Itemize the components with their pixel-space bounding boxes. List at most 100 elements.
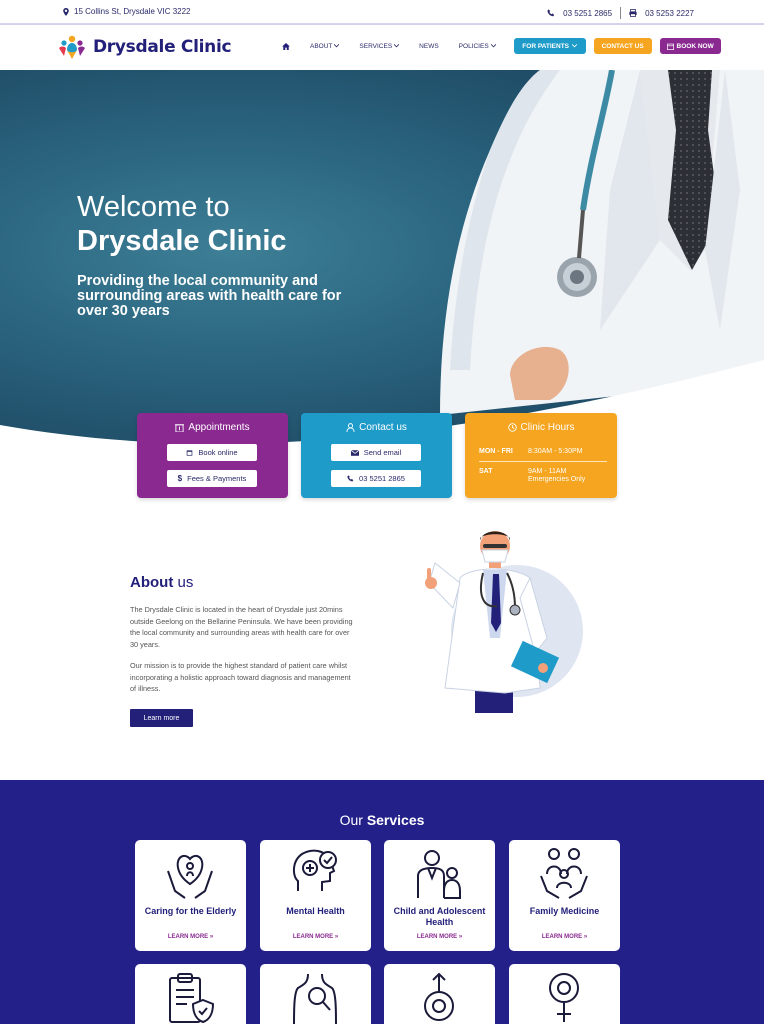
fees-payments-button[interactable]: $ Fees & Payments [167, 470, 257, 487]
hours-row: SAT 9AM - 11AM Emergencies Only [479, 468, 607, 484]
user-icon [346, 423, 355, 432]
learn-more-link[interactable]: LEARN MORE » [509, 934, 620, 940]
hours-title: Clinic Hours [465, 422, 617, 433]
appointments-title: Appointments [137, 422, 288, 433]
service-label: Child and Adolescent Health [393, 906, 486, 927]
contact-title: Contact us [301, 422, 452, 433]
top-bar: 15 Collins St, Drysdale VIC 3222 03 5251… [0, 0, 764, 25]
about-heading: About us [130, 574, 193, 591]
elderly-care-icon [167, 854, 213, 899]
appointments-title-text: Appointments [188, 422, 250, 433]
book-online-label: Book online [198, 448, 238, 457]
service-card-child-health[interactable]: Child and Adolescent Health LEARN MORE » [384, 840, 495, 951]
call-label: 03 5251 2865 [359, 474, 405, 483]
about-title-a: About [130, 574, 174, 591]
home-icon [282, 42, 290, 50]
services-title-a: Our [339, 812, 363, 828]
service-card-mental-health[interactable]: Mental Health LEARN MORE » [260, 840, 371, 951]
service-label: Caring for the Elderly [144, 906, 237, 916]
chevron-down-icon [394, 44, 400, 48]
contact-us-label: Contact Us [601, 42, 644, 50]
clipboard-shield-icon [169, 973, 215, 1024]
send-email-label: Send email [363, 448, 402, 457]
envelope-icon [350, 449, 359, 456]
service-card-family-medicine[interactable]: Family Medicine LEARN MORE » [509, 840, 620, 951]
site-logo[interactable]: Drysdale Clinic [57, 34, 232, 60]
fees-payments-label: Fees & Payments [187, 474, 247, 483]
about-paragraph-1: The Drysdale Clinic is located in the he… [130, 605, 353, 649]
book-online-button[interactable]: Book online [167, 444, 257, 461]
service-card-elderly[interactable]: Caring for the Elderly LEARN MORE » [135, 840, 246, 951]
hours-day: MON - FRI [479, 448, 513, 455]
main-navigation: Drysdale Clinic About Services News Poli… [0, 25, 764, 70]
nav-about[interactable]: About [300, 38, 349, 54]
hero-tagline: Providing the local community and surrou… [77, 273, 342, 319]
hero-welcome: Welcome to [77, 191, 230, 223]
nav-home[interactable] [272, 38, 300, 54]
service-card-womens-health[interactable] [509, 964, 620, 1024]
hours-title-text: Clinic Hours [520, 422, 575, 433]
nav-policies[interactable]: Policies [449, 38, 506, 54]
nav-services-label: Services [359, 42, 393, 50]
mental-health-icon [292, 849, 337, 891]
contact-us-button[interactable]: Contact Us [593, 38, 652, 54]
services-title-b: Services [366, 812, 425, 828]
about-paragraph-2: Our mission is to provide the highest st… [130, 661, 351, 693]
phone-icon [347, 475, 354, 482]
for-patients-label: For Patients [522, 42, 569, 50]
phone-link[interactable]: 03 5251 2865 [563, 9, 612, 18]
contact-title-text: Contact us [359, 422, 407, 433]
book-now-button[interactable]: Book Now [659, 38, 721, 54]
hours-row: MON - FRI 8:30AM - 5:30PM [479, 448, 607, 455]
divider [620, 7, 622, 19]
location-pin-icon [63, 7, 69, 16]
address-info: 15 Collins St, Drysdale VIC 3222 [62, 7, 191, 16]
chevron-down-icon [490, 44, 496, 48]
hours-time: 8:30AM - 5:30PM [528, 448, 583, 455]
service-card-insurance[interactable] [135, 964, 246, 1024]
nav-about-label: About [310, 42, 333, 50]
calendar-icon [187, 450, 193, 456]
send-email-button[interactable]: Send email [331, 444, 421, 461]
hero-banner: Welcome to Drysdale Clinic Providing the… [0, 70, 764, 470]
hours-day: SAT [479, 468, 493, 475]
appointments-card: Appointments Book online $ Fees & Paymen… [137, 413, 288, 498]
service-card-skin-check[interactable] [260, 964, 371, 1024]
female-symbol-icon [549, 973, 579, 1022]
fax-number: 03 5253 2227 [645, 8, 694, 18]
body-scan-icon [293, 973, 337, 1024]
child-health-icon [417, 850, 461, 899]
family-medicine-icon [540, 848, 588, 899]
logo-icon [59, 35, 85, 59]
calendar-icon [666, 43, 674, 50]
doctor-illustration [425, 531, 583, 713]
service-label: Family Medicine [529, 906, 600, 916]
hours-time: 9AM - 11AM Emergencies Only [528, 468, 586, 483]
nav-policies-label: Policies [458, 42, 489, 50]
address-text: 15 Collins St, Drysdale VIC 3222 [74, 7, 191, 16]
hero-title: Drysdale Clinic [77, 225, 287, 257]
nav-news-label: News [419, 42, 439, 50]
building-icon [175, 424, 185, 432]
nav-news[interactable]: News [409, 38, 449, 54]
services-section: Our Services Caring for the Elderly LEAR… [0, 780, 764, 1024]
learn-more-link[interactable]: LEARN MORE » [260, 934, 371, 940]
contact-card: Contact us Send email 03 5251 2865 [301, 413, 452, 498]
doctor-photo [0, 70, 764, 470]
for-patients-button[interactable]: For Patients [513, 38, 586, 54]
phone-icon [547, 9, 555, 17]
dollar-icon: $ [177, 474, 183, 483]
service-label: Mental Health [286, 906, 345, 916]
learn-more-link[interactable]: LEARN MORE » [384, 934, 495, 940]
learn-more-link[interactable]: LEARN MORE » [135, 934, 246, 940]
fax-icon [629, 9, 637, 17]
clock-icon [507, 423, 517, 432]
chevron-down-icon [334, 44, 340, 48]
about-title-b: us [177, 574, 194, 591]
call-button[interactable]: 03 5251 2865 [331, 470, 421, 487]
nav-services[interactable]: Services [349, 38, 409, 54]
service-card-mens-health[interactable] [384, 964, 495, 1024]
learn-more-button[interactable]: Learn more [130, 709, 193, 727]
phone-info: 03 5251 2865 03 5253 2227 [547, 7, 694, 19]
book-now-label: Book Now [676, 42, 714, 50]
